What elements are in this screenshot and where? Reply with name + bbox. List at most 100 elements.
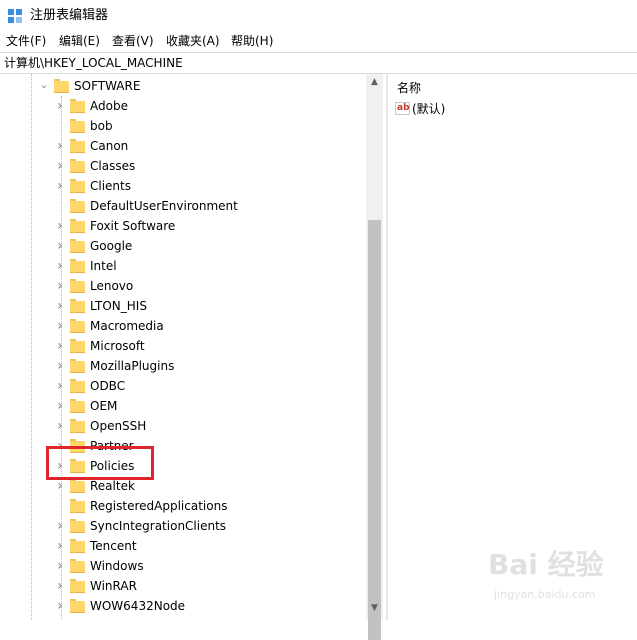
tree-node[interactable]: › Google <box>54 236 354 256</box>
pane-splitter[interactable] <box>386 74 388 620</box>
folder-icon <box>70 99 85 113</box>
folder-icon <box>70 539 85 553</box>
baidu-watermark: Bai 经验 jingyan.baidu.com <box>488 548 628 612</box>
folder-icon <box>70 199 85 213</box>
tree-node-software[interactable]: ⌄ SOFTWARE <box>38 76 358 96</box>
scroll-thumb[interactable] <box>368 220 381 640</box>
tree-node[interactable]: › WinRAR <box>54 576 354 596</box>
chevron-right-icon[interactable]: › <box>54 576 66 596</box>
tree-guide-line <box>31 74 32 620</box>
menu-edit[interactable]: 编辑(E) <box>59 33 100 49</box>
scroll-up-arrow-icon[interactable]: ▲ <box>366 74 383 91</box>
chevron-right-icon[interactable]: › <box>54 276 66 296</box>
chevron-right-icon[interactable]: › <box>54 96 66 116</box>
tree-node[interactable]: › OpenSSH <box>54 416 354 436</box>
tree-node[interactable]: › Microsoft <box>54 336 354 356</box>
tree-node-label: SyncIntegrationClients <box>90 519 227 533</box>
tree-node-label: OEM <box>90 399 118 413</box>
menu-help[interactable]: 帮助(H) <box>231 33 273 49</box>
tree-node[interactable]: › SyncIntegrationClients <box>54 516 354 536</box>
chevron-right-icon[interactable]: › <box>54 376 66 396</box>
folder-icon <box>70 319 85 333</box>
tree-leaf-connector <box>54 196 66 216</box>
tree-scrollbar[interactable]: ▲ ▼ <box>366 74 383 640</box>
tree-node[interactable]: › Intel <box>54 256 354 276</box>
title-bar: 注册表编辑器 <box>0 0 637 31</box>
value-name: (默认) <box>412 102 446 116</box>
chevron-right-icon[interactable]: › <box>54 536 66 556</box>
tree-node[interactable]: › MozillaPlugins <box>54 356 354 376</box>
chevron-right-icon[interactable]: › <box>54 136 66 156</box>
folder-icon <box>70 119 85 133</box>
tree-node-label: Macromedia <box>90 319 164 333</box>
tree-node[interactable]: › LTON_HIS <box>54 296 354 316</box>
chevron-right-icon[interactable]: › <box>54 156 66 176</box>
tree-node-label: Adobe <box>90 99 128 113</box>
tree-node[interactable]: › ODBC <box>54 376 354 396</box>
tree-node[interactable]: › Macromedia <box>54 316 354 336</box>
folder-icon <box>70 499 85 513</box>
tree-node[interactable]: › Adobe <box>54 96 354 116</box>
tree-node[interactable]: › Clients <box>54 176 354 196</box>
folder-icon <box>70 559 85 573</box>
chevron-right-icon[interactable]: › <box>54 396 66 416</box>
string-value-icon: ab <box>395 102 410 115</box>
menu-file[interactable]: 文件(F) <box>6 33 46 49</box>
highlight-box <box>46 446 154 480</box>
tree-node[interactable]: › WOW6432Node <box>54 596 354 616</box>
folder-icon <box>70 179 85 193</box>
chevron-right-icon[interactable]: › <box>54 176 66 196</box>
tree-node-label: OpenSSH <box>90 419 147 433</box>
menu-bar: 文件(F) 编辑(E) 查看(V) 收藏夹(A) 帮助(H) <box>0 31 637 51</box>
key-tree[interactable]: ⌄ SOFTWARE › Adobe bob › Canon › Classes › Clien… <box>0 74 384 620</box>
tree-node-label: MozillaPlugins <box>90 359 175 373</box>
watermark-logo: Bai 经验 <box>488 548 604 581</box>
folder-icon <box>70 359 85 373</box>
chevron-right-icon[interactable]: › <box>54 556 66 576</box>
tree-node[interactable]: › Windows <box>54 556 354 576</box>
chevron-right-icon[interactable]: › <box>54 216 66 236</box>
address-bar[interactable]: 计算机\HKEY_LOCAL_MACHINE <box>0 52 637 74</box>
folder-icon <box>70 379 85 393</box>
value-list[interactable]: 名称 ab (默认) <box>389 74 637 620</box>
chevron-right-icon[interactable]: › <box>54 336 66 356</box>
folder-icon <box>70 519 85 533</box>
tree-node-label: Tencent <box>90 539 137 553</box>
address-path[interactable]: 计算机\HKEY_LOCAL_MACHINE <box>4 55 183 71</box>
chevron-right-icon[interactable]: › <box>54 316 66 336</box>
chevron-right-icon[interactable]: › <box>54 236 66 256</box>
tree-node[interactable]: RegisteredApplications <box>54 496 354 516</box>
tree-leaf-connector <box>54 116 66 136</box>
tree-node[interactable]: › Canon <box>54 136 354 156</box>
chevron-down-icon[interactable]: ⌄ <box>38 76 50 96</box>
tree-node-label: Clients <box>90 179 131 193</box>
tree-node[interactable]: bob <box>54 116 354 136</box>
tree-node[interactable]: › Foxit Software <box>54 216 354 236</box>
folder-icon <box>70 399 85 413</box>
folder-icon <box>70 159 85 173</box>
menu-view[interactable]: 查看(V) <box>112 33 154 49</box>
tree-node[interactable]: DefaultUserEnvironment <box>54 196 354 216</box>
menu-favorites[interactable]: 收藏夹(A) <box>166 33 220 49</box>
folder-icon <box>70 219 85 233</box>
folder-icon <box>70 299 85 313</box>
tree-node-label: RegisteredApplications <box>90 499 228 513</box>
chevron-right-icon[interactable]: › <box>54 296 66 316</box>
tree-node[interactable]: › Classes <box>54 156 354 176</box>
scroll-down-arrow-icon[interactable]: ▼ <box>366 600 383 617</box>
tree-node-label: Foxit Software <box>90 219 176 233</box>
folder-icon <box>70 259 85 273</box>
tree-node-label: Lenovo <box>90 279 134 293</box>
folder-icon <box>70 139 85 153</box>
tree-node[interactable]: › Lenovo <box>54 276 354 296</box>
folder-icon <box>70 479 85 493</box>
watermark-url: jingyan.baidu.com <box>494 588 596 601</box>
tree-node[interactable]: › OEM <box>54 396 354 416</box>
tree-node[interactable]: › Tencent <box>54 536 354 556</box>
chevron-right-icon[interactable]: › <box>54 256 66 276</box>
chevron-right-icon[interactable]: › <box>54 516 66 536</box>
chevron-right-icon[interactable]: › <box>54 356 66 376</box>
chevron-right-icon[interactable]: › <box>54 416 66 436</box>
column-header-name[interactable]: 名称 <box>397 80 421 96</box>
chevron-right-icon[interactable]: › <box>54 596 66 616</box>
